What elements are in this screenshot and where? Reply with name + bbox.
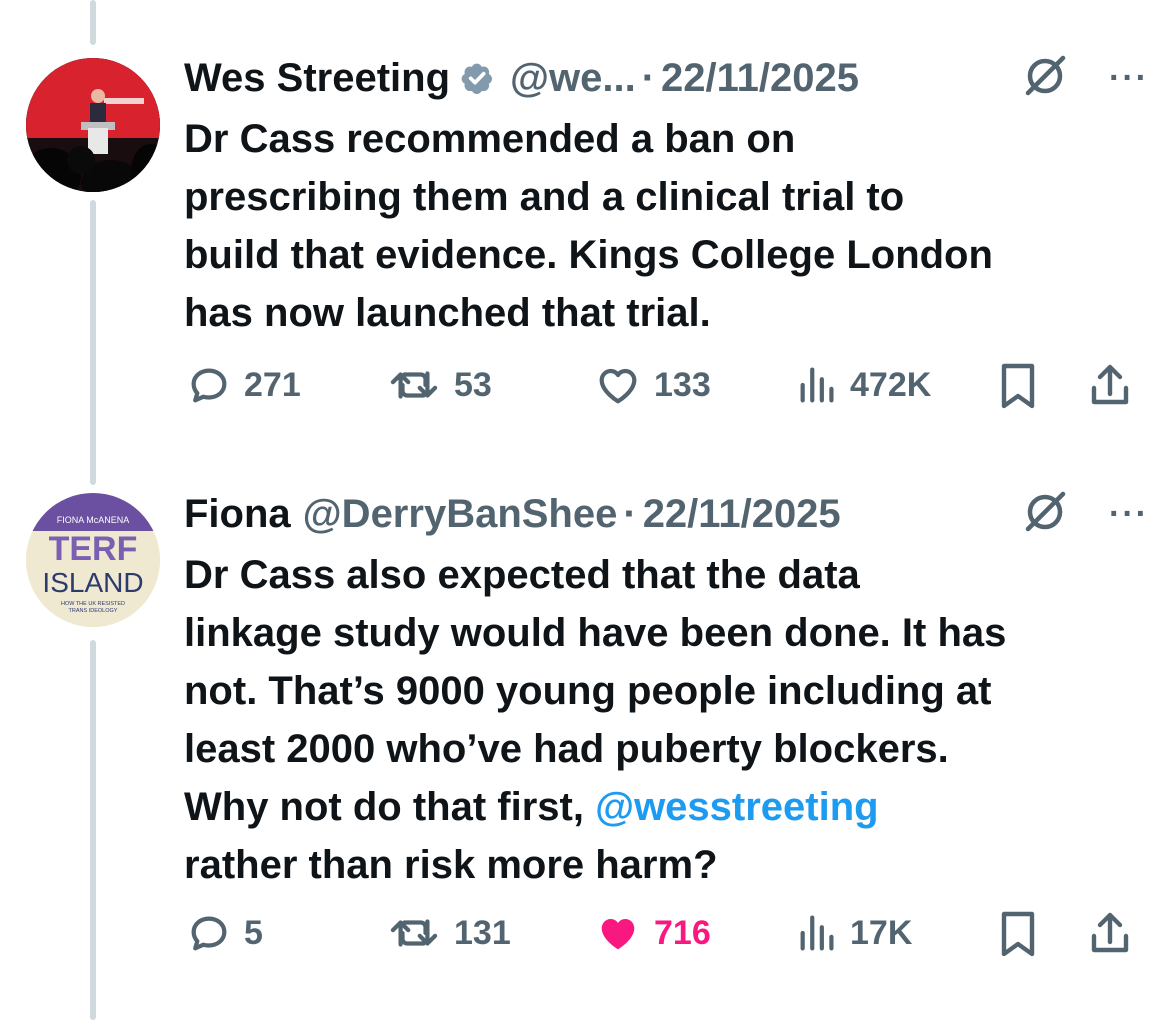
views-button[interactable]: 17K [798, 910, 912, 956]
tweet-text-line: Why not do that first, @wesstreeting [184, 778, 1149, 836]
share-button[interactable] [1088, 362, 1132, 410]
avatar-photo [26, 58, 160, 192]
bookmark-button[interactable] [998, 362, 1038, 410]
avatar-book-cover: FIONA McANENA TERF ISLAND HOW THE UK RES… [26, 493, 160, 627]
reply-count: 271 [244, 365, 301, 404]
tweet-text-line: linkage study would have been done. It h… [184, 611, 1007, 655]
bookmark-icon [1001, 911, 1035, 957]
tweet-header-actions: ··· [1021, 52, 1149, 105]
thread-line [90, 640, 96, 1020]
book-author: FIONA McANENA [57, 515, 130, 525]
avatar[interactable] [26, 58, 160, 192]
tweet-text: Dr Cass recommended a ban on prescribing… [184, 110, 1149, 342]
share-icon [1091, 364, 1129, 405]
repost-icon [390, 371, 438, 399]
bookmark-button[interactable] [998, 910, 1038, 958]
heart-icon [599, 368, 637, 404]
tweet-header: Fiona @DerryBanShee · 22/11/2025 ··· [184, 484, 1149, 544]
author-handle[interactable]: @we... [510, 56, 636, 101]
tweet-text-line: least 2000 who’ve had puberty blockers. [184, 727, 949, 771]
avatar[interactable]: FIONA McANENA TERF ISLAND HOW THE UK RES… [26, 493, 160, 627]
views-icon [800, 367, 834, 403]
book-title-line2: ISLAND [42, 567, 143, 598]
share-icon [1091, 912, 1129, 953]
tweet-text-line: Dr Cass recommended a ban on [184, 117, 796, 161]
bookmark-icon [1001, 363, 1035, 409]
repost-icon [390, 919, 438, 947]
tweet-text-line: build that evidence. Kings College Londo… [184, 233, 993, 277]
tweet[interactable]: Fiona @DerryBanShee · 22/11/2025 ··· Dr … [184, 484, 1149, 894]
like-button[interactable]: 716 [594, 910, 711, 956]
author-name[interactable]: Wes Streeting [184, 56, 450, 101]
repost-button[interactable]: 131 [386, 910, 511, 956]
grok-icon[interactable] [1021, 52, 1069, 105]
views-count: 472K [850, 365, 932, 404]
separator-dot: · [641, 55, 656, 100]
tweet-date[interactable]: 22/11/2025 [661, 56, 859, 101]
views-button[interactable]: 472K [798, 362, 931, 408]
views-icon [800, 915, 834, 951]
thread-line [90, 200, 96, 485]
tweet-actions: 271 53 133 472K [184, 362, 1144, 422]
repost-count: 131 [454, 913, 511, 952]
views-count: 17K [850, 913, 913, 952]
grok-icon[interactable] [1021, 488, 1069, 541]
book-title-line1: TERF [49, 530, 138, 568]
tweet[interactable]: Wes Streeting @we... · 22/11/2025 ··· Dr… [184, 48, 1149, 342]
tweet-text-line: rather than risk more harm? [184, 843, 718, 887]
book-subtitle-line2: TRANS IDEOLOGY [69, 608, 118, 614]
tweet-text-line: has now launched that trial. [184, 291, 711, 335]
tweet-text: Dr Cass also expected that the data link… [184, 546, 1149, 894]
like-count: 133 [654, 365, 711, 404]
heart-filled-icon [601, 919, 635, 950]
share-button[interactable] [1088, 910, 1132, 958]
verified-badge-icon [458, 58, 498, 98]
thread-line [90, 0, 96, 45]
author-handle[interactable]: @DerryBanShee [303, 492, 618, 537]
more-options-icon[interactable]: ··· [1109, 59, 1149, 98]
repost-button[interactable]: 53 [386, 362, 492, 408]
reply-button[interactable]: 271 [186, 362, 301, 408]
tweet-header-actions: ··· [1021, 488, 1149, 541]
tweet-text-line: prescribing them and a clinical trial to [184, 175, 905, 219]
reply-button[interactable]: 5 [186, 910, 263, 956]
tweet-text-line: not. That’s 9000 young people including … [184, 669, 992, 713]
separator-dot: · [623, 491, 637, 536]
like-count: 716 [654, 913, 711, 952]
author-name[interactable]: Fiona [184, 492, 291, 537]
book-subtitle-line1: HOW THE UK RESISTED [61, 601, 125, 607]
reply-count: 5 [244, 913, 263, 952]
like-button[interactable]: 133 [594, 362, 711, 408]
repost-count: 53 [454, 365, 492, 404]
tweet-text-fragment: Why not do that first, [184, 785, 596, 829]
tweet-header: Wes Streeting @we... · 22/11/2025 ··· [184, 48, 1149, 108]
reply-icon [191, 368, 227, 403]
tweet-text-line: Dr Cass also expected that the data [184, 553, 860, 597]
tweet-actions: 5 131 716 17K [184, 910, 1144, 970]
reply-icon [191, 916, 227, 951]
tweet-date[interactable]: 22/11/2025 [643, 492, 841, 537]
mention-link[interactable]: @wesstreeting [595, 785, 879, 829]
more-options-icon[interactable]: ··· [1109, 495, 1149, 534]
